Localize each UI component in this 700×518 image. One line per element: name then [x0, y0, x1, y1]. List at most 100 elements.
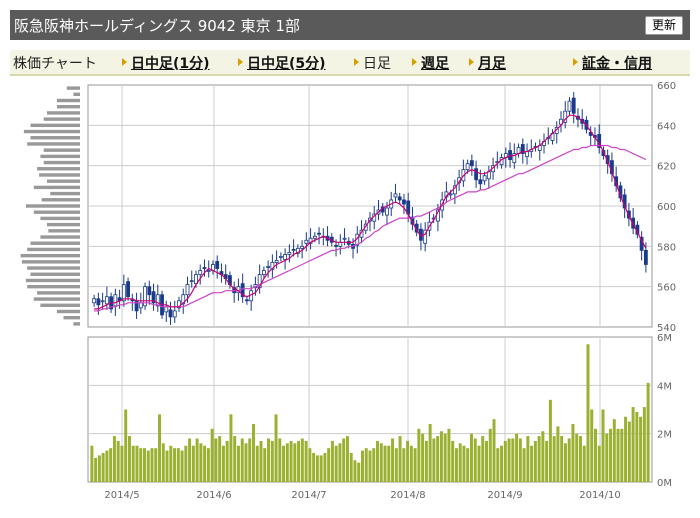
volume-bar — [500, 445, 504, 482]
volume-bar — [439, 431, 443, 482]
volume-bar — [312, 453, 316, 482]
volume-bar — [560, 436, 564, 482]
volume-bar — [428, 424, 432, 482]
volume-bar — [462, 445, 466, 482]
volume-bar — [124, 409, 128, 482]
volume-bar — [436, 436, 440, 482]
volume-bar — [477, 445, 481, 482]
volume-bar — [176, 448, 180, 482]
candle-body — [300, 245, 304, 249]
volume-bar — [105, 450, 109, 482]
volume-tick-label: 0M — [657, 478, 672, 489]
volume-bar — [511, 438, 515, 482]
price-tick-label: 660 — [657, 81, 676, 92]
volume-bar — [225, 440, 229, 482]
volume-profile-bar — [27, 284, 80, 289]
volume-bar — [458, 443, 462, 482]
volume-bar — [406, 440, 410, 482]
volume-profile-bar — [25, 204, 81, 208]
volume-bar — [334, 445, 338, 482]
candle-body — [245, 299, 249, 302]
volume-bar — [188, 438, 192, 482]
candle-body — [385, 207, 389, 216]
price-tick-label: 600 — [657, 202, 676, 213]
volume-bar — [112, 436, 116, 482]
volume-bar — [327, 448, 331, 482]
volume-bar — [345, 436, 349, 482]
volume-profile-bar — [56, 105, 80, 109]
volume-profile-bar — [56, 98, 80, 103]
candle-body — [474, 168, 479, 181]
volume-bar — [488, 428, 492, 482]
volume-bar — [199, 443, 203, 482]
date-tick-label: 2014/7 — [291, 490, 326, 501]
volume-profile-bar — [56, 309, 80, 314]
volume-bar — [526, 436, 530, 482]
price-tick-label: 620 — [657, 162, 676, 173]
volume-bar — [357, 462, 361, 482]
candle-body — [342, 237, 347, 240]
volume-profile-bar — [43, 148, 80, 152]
volume-bar — [552, 436, 556, 482]
date-tick-label: 2014/10 — [579, 490, 621, 501]
candle-body — [185, 284, 190, 296]
volume-profile-bar — [63, 315, 80, 320]
volume-bar — [466, 448, 470, 482]
volume-bar — [236, 445, 240, 482]
volume-bar — [259, 440, 263, 482]
volume-bar — [244, 443, 248, 482]
volume-bar — [315, 455, 319, 482]
volume-bar — [594, 428, 597, 482]
volume-bar — [300, 438, 304, 482]
volume-bar — [267, 438, 271, 482]
candle-body — [266, 266, 271, 268]
volume-bar — [308, 448, 312, 482]
price-tick-label: 640 — [657, 121, 676, 132]
volume-bar — [229, 414, 233, 482]
date-tick-label: 2014/9 — [487, 490, 522, 501]
volume-bar — [210, 428, 214, 482]
volume-bar — [473, 438, 477, 482]
volume-bar — [545, 440, 549, 482]
volume-bar — [109, 448, 113, 482]
volume-bar — [391, 438, 395, 482]
volume-bar — [582, 445, 586, 482]
volume-bar — [447, 428, 451, 482]
volume-profile-bar — [20, 253, 81, 258]
volume-profile-bar — [47, 179, 80, 183]
volume-bar — [240, 438, 244, 482]
volume-bar — [342, 438, 346, 482]
candle-body — [278, 256, 283, 258]
volume-bar — [485, 440, 488, 482]
candle-body — [100, 300, 105, 303]
volume-bar — [180, 450, 184, 482]
volume-bar — [417, 428, 421, 482]
candle-body — [138, 302, 143, 309]
volume-tick-label: 4M — [657, 381, 672, 392]
volume-bar — [150, 448, 154, 482]
volume-bar — [624, 416, 628, 482]
volume-profile-bar — [33, 210, 80, 214]
volume-profile-bar — [48, 229, 80, 233]
volume-bar — [496, 448, 500, 482]
volume-bar — [515, 433, 519, 482]
candle-body — [397, 196, 402, 201]
candle-body — [448, 193, 453, 196]
volume-bar — [139, 448, 143, 482]
volume-bar — [567, 438, 571, 482]
volume-bar — [646, 382, 650, 482]
volume-bar — [413, 448, 417, 482]
volume-bar — [323, 453, 327, 482]
volume-bar — [556, 426, 560, 482]
volume-bar — [94, 457, 98, 482]
volume-bar — [293, 443, 297, 482]
candle-body — [469, 160, 474, 167]
volume-profile-bar — [43, 160, 80, 165]
volume-profile-bar — [33, 297, 80, 301]
volume-bar — [627, 421, 631, 482]
volume-bar — [127, 436, 131, 482]
volume-bar — [116, 440, 120, 482]
volume-profile-bar — [73, 322, 80, 326]
volume-bar — [218, 436, 222, 482]
volume-profile-bar — [39, 173, 80, 177]
